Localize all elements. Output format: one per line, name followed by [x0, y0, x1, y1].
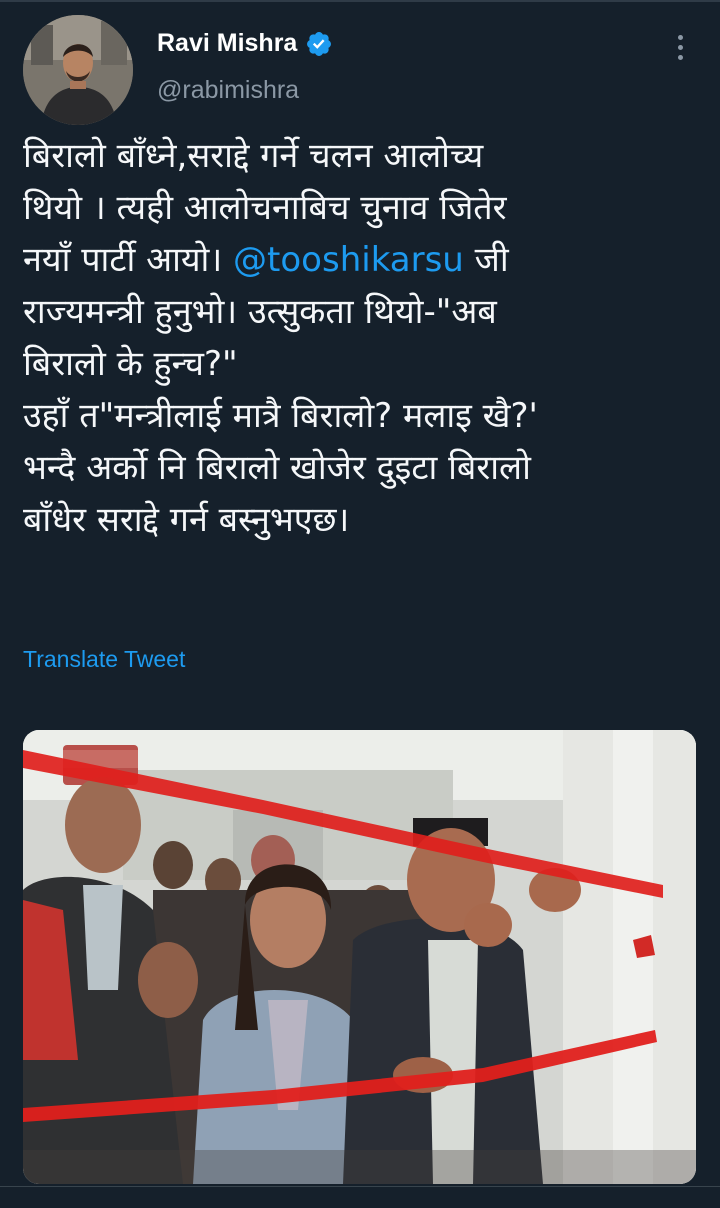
bottom-divider: [0, 1186, 720, 1187]
more-vertical-icon-dot: [677, 54, 683, 60]
verified-badge-icon: [307, 31, 332, 56]
tweet-text-line: बिरालो बाँध्ने,सराद्दे गर्ने चलन आलोच्य: [23, 136, 484, 176]
tweet-text-line: बिरालो के हुन्च?": [23, 344, 238, 384]
more-vertical-icon-dot: [677, 44, 683, 50]
author-display-name[interactable]: Ravi Mishra: [157, 29, 297, 58]
mention-link[interactable]: @tooshikarsu: [233, 240, 464, 280]
tweet-text-line: उहाँ त"मन्त्रीलाई मात्रै बिरालो? मलाइ खै…: [23, 396, 538, 436]
tweet-text-line: नयाँ पार्टी आयो। @tooshikarsu जी: [23, 234, 693, 286]
more-vertical-icon: [677, 34, 683, 40]
tweet-text-line: बाँधेर सराद्दे गर्न बस्नुभएछ।: [23, 500, 350, 540]
tweet-detail-view: Ravi Mishra @rabimishra बिरालो बाँध्ने,स…: [0, 0, 720, 1208]
tweet-text: बिरालो बाँध्ने,सराद्दे गर्ने चलन आलोच्य …: [23, 130, 693, 546]
tweet-text-line: राज्यमन्त्री हुनुभो। उत्सुकता थियो-"अब: [23, 292, 497, 332]
tweet-media-photo[interactable]: [23, 730, 696, 1184]
avatar-image: [23, 15, 133, 125]
tweet-text-segment: जी: [463, 240, 509, 280]
tweet-text-line: भन्दै अर्को नि बिरालो खोजेर दुइटा बिरालो: [23, 448, 531, 488]
ribbon-cutting-photo: [23, 730, 696, 1184]
top-divider: [0, 0, 720, 2]
translate-tweet-link[interactable]: Translate Tweet: [23, 646, 185, 673]
more-options-button[interactable]: [664, 30, 696, 64]
author-name-row[interactable]: Ravi Mishra: [157, 29, 333, 58]
avatar[interactable]: [23, 15, 133, 125]
tweet-text-line: थियो । त्यही आलोचनाबिच चुनाव जितेर: [23, 188, 507, 228]
tweet-text-segment: नयाँ पार्टी आयो।: [23, 240, 234, 280]
author-handle[interactable]: @rabimishra: [157, 76, 299, 105]
